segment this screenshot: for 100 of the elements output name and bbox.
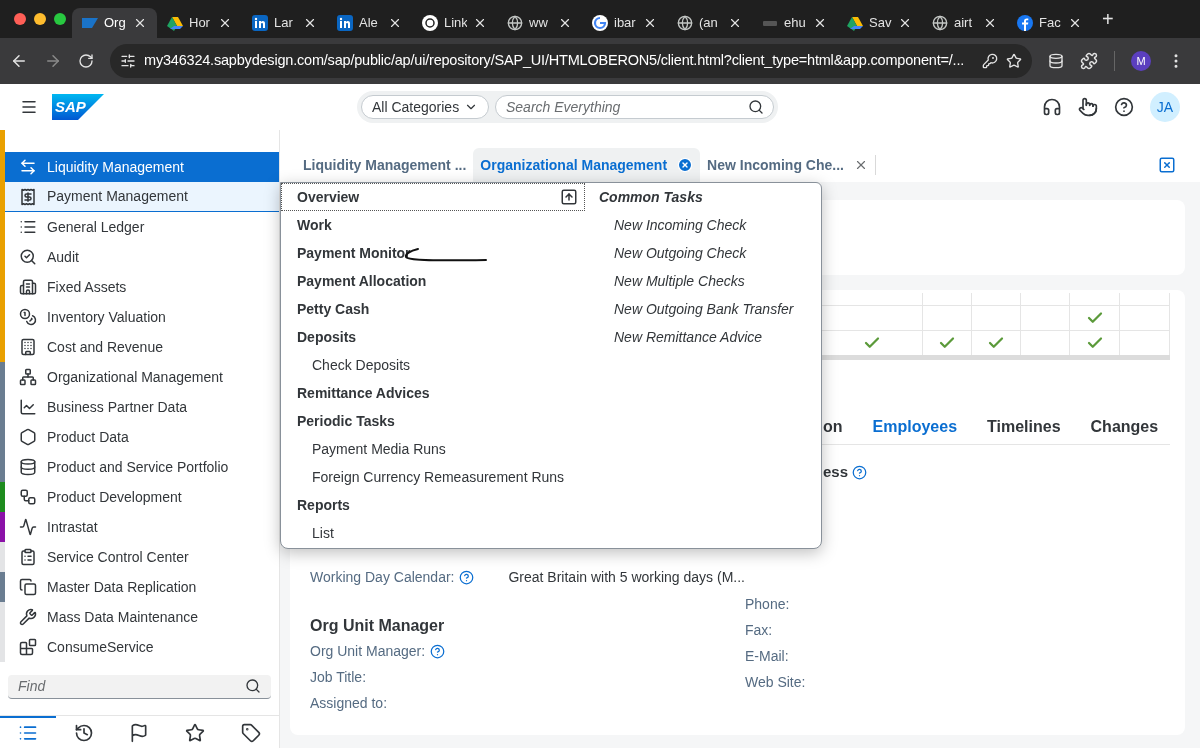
minimize-window-button[interactable] xyxy=(34,13,46,25)
back-icon[interactable] xyxy=(10,52,28,70)
sidebar-item[interactable]: Product Development xyxy=(5,482,279,512)
close-icon[interactable] xyxy=(388,16,402,30)
close-icon[interactable] xyxy=(813,16,827,30)
sidebar-item[interactable]: Cost and Revenue xyxy=(5,332,279,362)
close-icon[interactable] xyxy=(1068,16,1082,30)
help-icon[interactable] xyxy=(1114,97,1134,117)
work-tab[interactable]: Liquidity Management ... xyxy=(296,148,474,182)
sidebar-item[interactable]: Fixed Assets xyxy=(5,272,279,302)
key-icon[interactable] xyxy=(982,53,998,69)
sidebar-item[interactable]: Organizational Management xyxy=(5,362,279,392)
search-icon[interactable] xyxy=(245,678,261,694)
open-icon[interactable] xyxy=(560,188,578,206)
menu-item[interactable]: Check Deposits xyxy=(281,351,585,379)
menu-item[interactable]: Payment Monitor xyxy=(281,239,585,267)
menu-item[interactable]: List xyxy=(281,519,585,547)
wrench-icon xyxy=(19,608,37,626)
sidebar-item[interactable]: Master Data Replication xyxy=(5,572,279,602)
address-bar[interactable]: my346324.sapbydesign.com/sap/public/ap/ui/repository/SAP_UI/HTMLOBERON5/client.html?client_type=html&app.component=/... xyxy=(110,44,1032,78)
sidebar-item[interactable]: Service Control Center xyxy=(5,542,279,572)
browser-tab[interactable]: ibar xyxy=(582,8,667,38)
touch-icon[interactable] xyxy=(1078,97,1098,117)
close-window-button[interactable] xyxy=(14,13,26,25)
menu-item[interactable]: Remittance Advices xyxy=(281,379,585,407)
menu-item[interactable]: Payment Allocation xyxy=(281,267,585,295)
menu-item[interactable]: Work xyxy=(281,211,585,239)
search-field[interactable]: Search Everything xyxy=(495,95,774,119)
close-icon[interactable] xyxy=(218,16,232,30)
section-tab[interactable]: on xyxy=(823,415,843,439)
receipt-icon xyxy=(19,187,37,206)
menu-item[interactable]: Deposits xyxy=(281,323,585,351)
tab-title: Fac xyxy=(1039,14,1062,33)
list-icon xyxy=(17,723,38,743)
section-tab[interactable]: Timelines xyxy=(987,415,1061,439)
menu-item[interactable]: Overview xyxy=(281,183,585,211)
close-icon[interactable] xyxy=(303,16,317,30)
menu-item[interactable]: Payment Media Runs xyxy=(281,435,585,463)
sidebar-item[interactable]: General Ledger xyxy=(5,212,279,242)
work-tab[interactable]: New Incoming Che... xyxy=(700,148,875,182)
menu-item[interactable]: Periodic Tasks xyxy=(281,407,585,435)
close-icon[interactable] xyxy=(558,16,572,30)
maximize-window-button[interactable] xyxy=(54,13,66,25)
menu-item[interactable]: Foreign Currency Remeasurement Runs xyxy=(281,463,585,491)
task-link[interactable]: New Outgoing Bank Transfer xyxy=(599,295,794,323)
browser-tab[interactable]: Lar xyxy=(242,8,327,38)
extensions-icon[interactable] xyxy=(1080,52,1098,70)
task-link[interactable]: New Multiple Checks xyxy=(599,267,745,295)
close-all-icon[interactable] xyxy=(1158,156,1176,174)
menu-icon[interactable] xyxy=(20,98,38,116)
user-avatar[interactable]: JA xyxy=(1150,92,1180,122)
scrollbar[interactable] xyxy=(822,355,1170,360)
close-icon[interactable] xyxy=(473,16,487,30)
close-icon[interactable] xyxy=(643,16,657,30)
section-tab[interactable]: Changes xyxy=(1090,415,1159,439)
reload-icon[interactable] xyxy=(78,53,94,69)
browser-tab[interactable]: Link xyxy=(412,8,497,38)
section-tab[interactable]: Employees xyxy=(872,415,958,439)
sidebar-item[interactable]: Payment Management xyxy=(5,182,279,212)
browser-tab[interactable]: airt xyxy=(922,8,1007,38)
browser-tab[interactable]: (an xyxy=(667,8,752,38)
task-link[interactable]: New Remittance Advice xyxy=(599,323,763,351)
category-select[interactable]: All Categories xyxy=(361,95,489,119)
find-field[interactable]: Find xyxy=(8,674,271,699)
task-link[interactable]: New Incoming Check xyxy=(599,211,747,239)
close-icon[interactable] xyxy=(728,16,742,30)
bookmark-star-icon[interactable] xyxy=(1006,53,1022,69)
menu-item[interactable]: Reports xyxy=(281,491,585,519)
sidebar-item[interactable]: Audit xyxy=(5,242,279,272)
arrows-icon xyxy=(19,158,37,176)
browser-tab[interactable]: Hor xyxy=(157,8,242,38)
browser-tab[interactable]: ehu xyxy=(752,8,837,38)
sidebar-item[interactable]: Business Partner Data xyxy=(5,392,279,422)
sidebar-item[interactable]: Inventory Valuation xyxy=(5,302,279,332)
sidebar-item[interactable]: Liquidity Management xyxy=(5,152,279,182)
new-tab-button[interactable]: + xyxy=(1098,4,1118,34)
close-icon[interactable] xyxy=(133,16,147,30)
sidebar-item[interactable]: Mass Data Maintenance xyxy=(5,602,279,632)
task-link[interactable]: New Outgoing Check xyxy=(599,239,747,267)
browser-tab[interactable]: Fac xyxy=(1007,8,1092,38)
browser-tab[interactable]: Org xyxy=(72,8,157,38)
sidebar-item[interactable]: Product and Service Portfolio xyxy=(5,452,279,482)
close-icon[interactable] xyxy=(898,16,912,30)
browser-tab[interactable]: Sav xyxy=(837,8,922,38)
forward-icon[interactable] xyxy=(44,52,62,70)
profile-avatar[interactable]: M xyxy=(1131,51,1151,71)
close-icon[interactable] xyxy=(983,16,997,30)
cylinder-icon[interactable] xyxy=(1048,53,1064,69)
headset-icon[interactable] xyxy=(1042,97,1062,117)
work-tab[interactable]: Organizational Management xyxy=(473,148,701,182)
sidebar-item[interactable]: Intrastat xyxy=(5,512,279,542)
site-settings-icon[interactable] xyxy=(120,53,136,69)
browser-tab[interactable]: Ale xyxy=(327,8,412,38)
menu-item[interactable]: Petty Cash xyxy=(281,295,585,323)
browser-tab[interactable]: ww xyxy=(497,8,582,38)
square-logo-icon xyxy=(337,15,353,31)
sidebar-item[interactable]: ConsumeService xyxy=(5,632,279,662)
sidebar-item[interactable]: Product Data xyxy=(5,422,279,452)
sap-logo[interactable]: SAP xyxy=(52,94,104,120)
search-icon[interactable] xyxy=(748,99,764,115)
